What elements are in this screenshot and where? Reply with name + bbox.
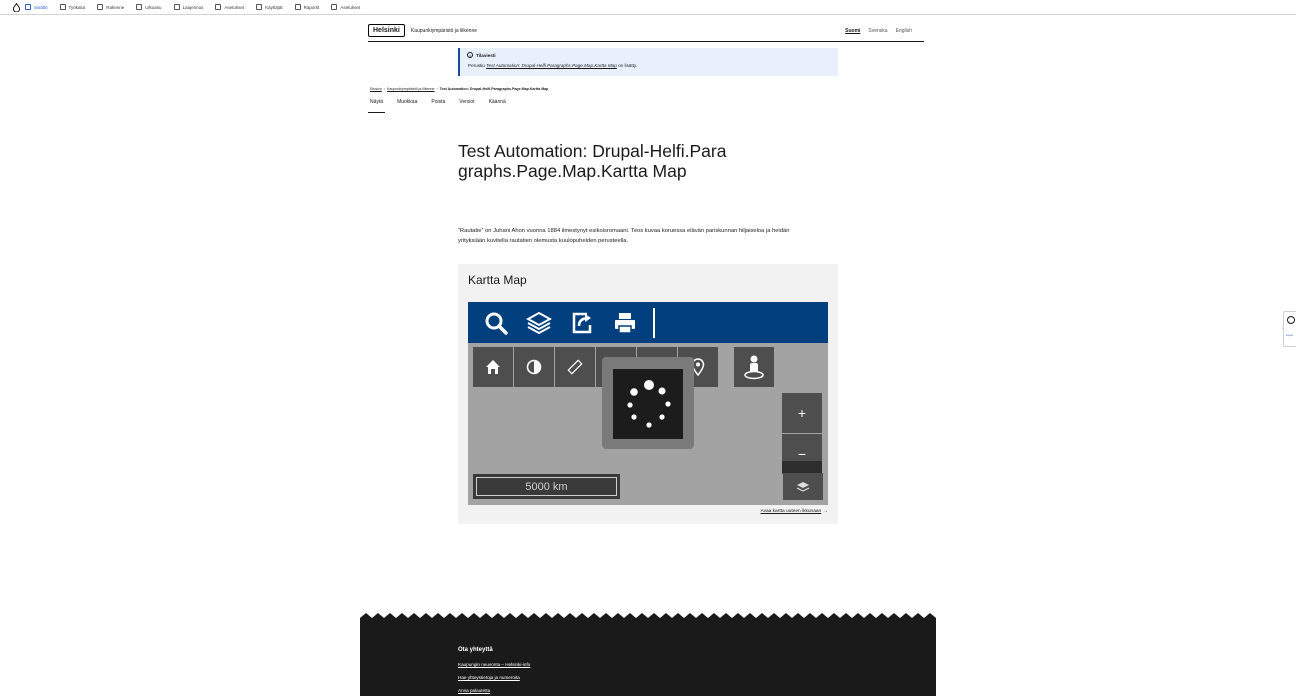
scale-label: 5000 km: [476, 477, 617, 496]
tab-translate[interactable]: Käännä: [487, 99, 508, 113]
language-switcher: Suomi Svenska English: [845, 28, 924, 34]
admin-item-appearance[interactable]: Ulkoasu: [136, 4, 162, 10]
breadcrumb-current: Test Automation: Drupal-Helfi.Paragraphs…: [439, 87, 549, 91]
status-link[interactable]: Test Automation: Drupal-Helfi.Paragraphs…: [486, 63, 617, 68]
people-icon: [256, 4, 263, 10]
lang-en[interactable]: English: [896, 28, 912, 34]
map-home-icon[interactable]: [473, 347, 513, 387]
site-header: Helsinki Kaupunkiympäristö ja liikenne S…: [368, 20, 924, 42]
footer-link-feedback[interactable]: Anna palautetta: [458, 688, 490, 693]
admin-item-extend[interactable]: Laajennus: [173, 4, 203, 10]
arrow-right-icon: →: [823, 509, 828, 514]
breadcrumb: Etusivu › Kaupunkiympäristö ja liikenne …: [370, 87, 548, 91]
footer-heading: Ota yhteyttä: [458, 647, 493, 653]
admin-item-tools[interactable]: Työkalut: [59, 4, 85, 10]
map-print-icon[interactable]: [608, 306, 642, 340]
footer-zigzag: [360, 613, 936, 628]
map-layers-icon[interactable]: [522, 306, 556, 340]
map-paragraph: Kartta Map + − 5000 km Avaa kartta uutee…: [458, 264, 838, 524]
zoom-divider: [782, 461, 822, 473]
breadcrumb-separator: ›: [436, 87, 438, 91]
map-layer-switch-icon[interactable]: [783, 473, 823, 500]
status-prefix: Perustiu: [468, 63, 487, 68]
breadcrumb-parent[interactable]: Kaupunkiympäristö ja liikenne: [387, 87, 435, 91]
admin-item-structure[interactable]: Rakenne: [97, 4, 124, 10]
map-scale-bar: 5000 km: [473, 474, 620, 499]
open-map-new-window-link[interactable]: Avaa kartta uuteen ikkunaan →: [760, 509, 828, 514]
config-icon: [215, 4, 222, 10]
tab-revisions[interactable]: Versiot: [457, 99, 476, 113]
site-footer: Ota yhteyttä Kaupungin neuvonta – Helsin…: [360, 627, 936, 696]
site-name[interactable]: Kaupunkiympäristö ja liikenne: [411, 28, 477, 34]
admin-item-reports[interactable]: Raportit: [294, 4, 319, 10]
tab-delete[interactable]: Poista: [429, 99, 447, 113]
admin-item-content[interactable]: Sisältö: [25, 4, 48, 10]
map-search-icon[interactable]: [479, 306, 513, 340]
helsinki-logo[interactable]: Helsinki: [368, 24, 405, 37]
tools-icon: [59, 4, 66, 10]
status-message: i Tilaviesti Perustiu Test Automation: D…: [458, 48, 838, 76]
info-icon: i: [467, 52, 473, 58]
map-measure-icon[interactable]: [555, 347, 595, 387]
footer-link-helsinki-info[interactable]: Kaupungin neuvonta – Helsinki-info: [458, 662, 530, 667]
lang-sv[interactable]: Svenska: [868, 28, 887, 34]
footer-link-contacts[interactable]: Hae yhteystietoja ja numeroita: [458, 675, 520, 680]
spinner-icon: [627, 380, 671, 428]
admin-item-settings[interactable]: Asetukset: [331, 4, 360, 10]
tab-edit[interactable]: Muokkaa: [395, 99, 419, 113]
toolbar-divider: [653, 307, 655, 338]
settings-icon: [331, 4, 338, 10]
map-toolbar: [468, 302, 828, 343]
tab-view[interactable]: Näytä: [368, 99, 386, 113]
admin-toolbar: Sisältö Työkalut Rakenne Ulkoasu Laajenn…: [0, 0, 1296, 15]
status-title: Tilaviesti: [476, 52, 496, 58]
local-tasks: Näytä Muokkaa Poista Versiot Käännä: [368, 99, 518, 113]
content-icon: [25, 4, 31, 10]
breadcrumb-home[interactable]: Etusivu: [370, 87, 382, 91]
map-contrast-icon[interactable]: [514, 347, 554, 387]
zoom-in-button[interactable]: +: [782, 393, 822, 433]
map-share-icon[interactable]: [565, 306, 599, 340]
admin-item-people[interactable]: Käyttäjät: [256, 4, 283, 10]
structure-icon: [97, 4, 104, 10]
page-title: Test Automation: Drupal-Helfi.Paragraphs…: [458, 141, 727, 181]
feedback-widget[interactable]: Lupa: [1283, 311, 1296, 347]
admin-item-config[interactable]: Asetukset: [215, 4, 244, 10]
drupal-drop-icon[interactable]: [12, 2, 21, 12]
lead-paragraph: ”Rautatie” on Juhani Ahon vuonna 1884 il…: [458, 228, 790, 244]
status-suffix: on lisätty.: [616, 63, 638, 68]
map-frame[interactable]: + − 5000 km: [468, 302, 828, 505]
loading-spinner: [602, 357, 694, 449]
extend-icon: [173, 4, 180, 10]
appearance-icon: [136, 4, 143, 10]
street-view-icon[interactable]: [734, 347, 774, 387]
breadcrumb-separator: ›: [383, 87, 385, 91]
feedback-icon: [1287, 316, 1295, 324]
map-title: Kartta Map: [468, 273, 527, 287]
reports-icon: [294, 4, 301, 10]
lang-fi[interactable]: Suomi: [845, 28, 860, 34]
